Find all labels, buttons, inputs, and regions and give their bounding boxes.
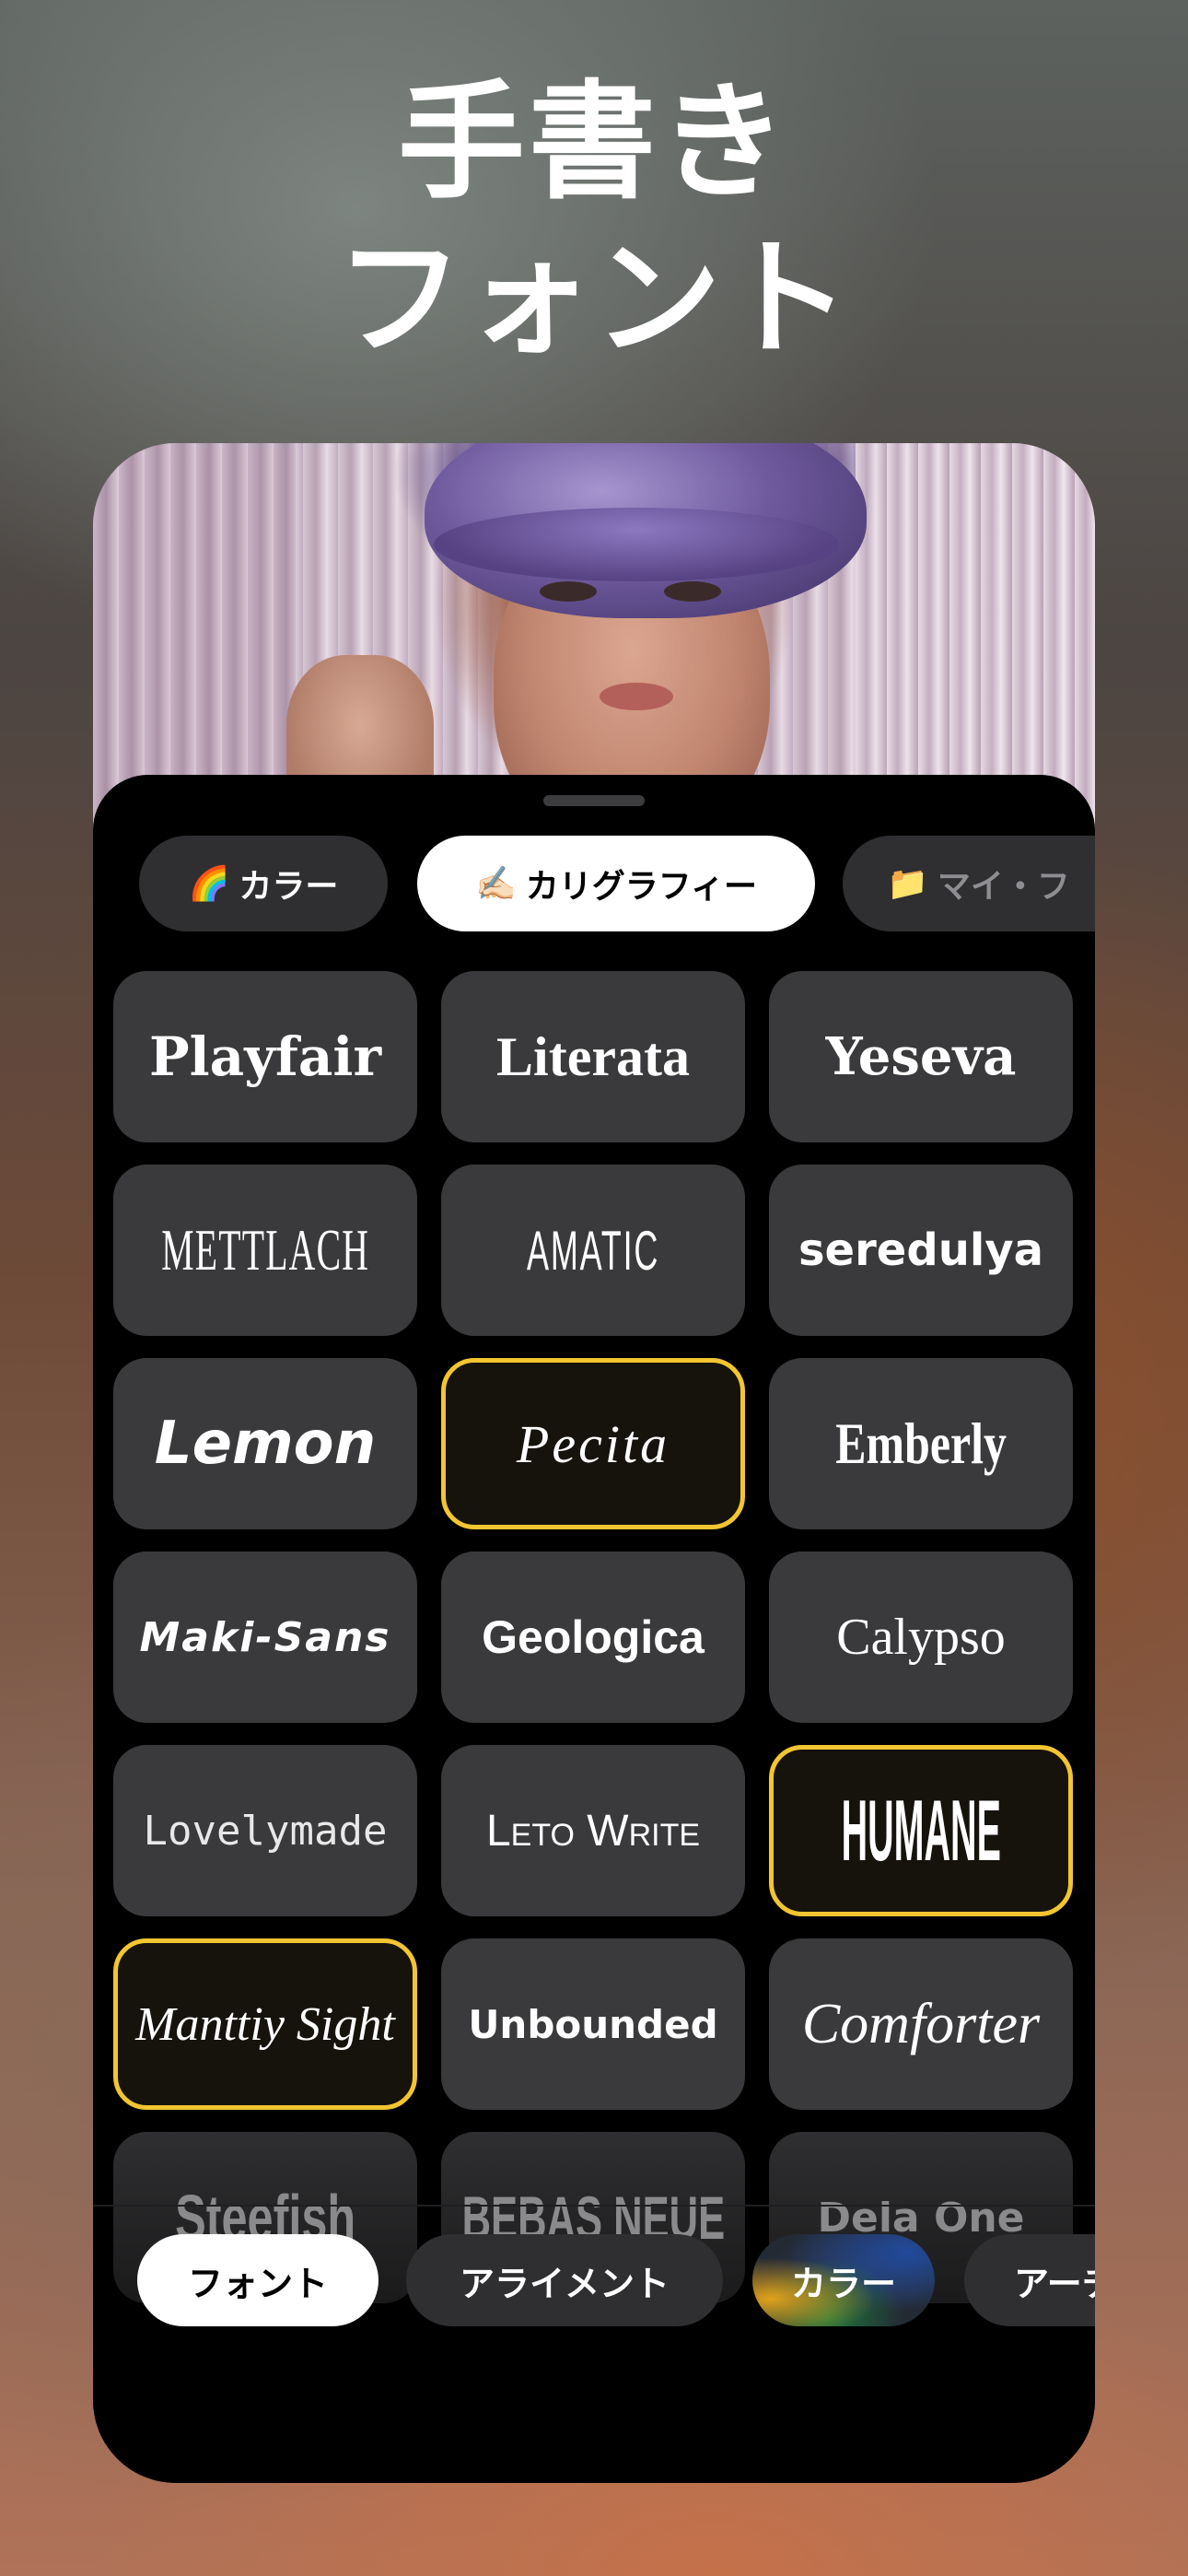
font-tile-calypso[interactable]: Calypso	[769, 1551, 1073, 1723]
tab-arch[interactable]: アーチ	[964, 2234, 1095, 2326]
font-name: Pecita	[516, 1413, 670, 1474]
font-tile-pecita[interactable]: Pecita	[441, 1358, 745, 1529]
font-name: Playfair	[148, 1025, 382, 1088]
tab-bar-divider	[93, 2205, 1095, 2207]
bottom-tab-bar: フォント アライメント カラー アーチ	[93, 2234, 1095, 2330]
chip-label: カリグラフィー	[525, 868, 758, 906]
preview-photo	[93, 443, 1095, 849]
font-tile-comforter[interactable]: Comforter	[769, 1938, 1073, 2110]
font-tile-playfair[interactable]: Playfair	[113, 971, 417, 1142]
font-name: Manttiy Sight	[135, 1997, 395, 2051]
chip-label: カラー	[239, 868, 339, 906]
font-picker-sheet: 🌈 カラー ✍🏻 カリグラフィー 📁 マイ・フ Playfair Literat…	[93, 775, 1095, 2483]
font-tile-lemon[interactable]: Lemon	[113, 1358, 417, 1529]
tab-color[interactable]: カラー	[752, 2234, 935, 2326]
font-grid: Playfair Literata Yeseva METTLACH AMATIC…	[113, 971, 1095, 2303]
chip-calligraphy[interactable]: ✍🏻 カリグラフィー	[417, 836, 815, 931]
font-tile-amatic[interactable]: AMATIC	[441, 1165, 745, 1336]
headline-line-1: 手書き	[397, 68, 790, 217]
font-tile-manttiy-sight[interactable]: Manttiy Sight	[113, 1938, 417, 2110]
font-tile-lovelymade[interactable]: Lovelymade	[113, 1745, 417, 1916]
font-tile-unbounded[interactable]: Unbounded	[441, 1938, 745, 2110]
font-tile-mettlach[interactable]: METTLACH	[113, 1165, 417, 1336]
font-name: Leto Write	[485, 1806, 701, 1856]
rainbow-emoji-icon: 🌈	[188, 865, 230, 903]
folder-emoji-icon: 📁	[887, 865, 928, 903]
sheet-grabber[interactable]	[543, 795, 645, 806]
font-tile-leto-write[interactable]: Leto Write	[441, 1745, 745, 1916]
font-name: Literata	[496, 1025, 690, 1087]
font-tile-emberly[interactable]: Emberly	[769, 1358, 1073, 1529]
font-name: Lovelymade	[143, 1807, 388, 1855]
font-tile-maki-sans[interactable]: Maki-Sans	[113, 1551, 417, 1723]
tab-font[interactable]: フォント	[137, 2234, 379, 2326]
font-name: Comforter	[801, 1992, 1041, 2055]
font-tile-literata[interactable]: Literata	[441, 971, 745, 1142]
font-name: Emberly	[835, 1411, 1007, 1476]
font-name: Lemon	[154, 1410, 377, 1478]
writing-hand-emoji-icon: ✍🏻	[474, 865, 517, 903]
category-chips: 🌈 カラー ✍🏻 カリグラフィー 📁 マイ・フ	[93, 836, 1095, 931]
font-name: Geologica	[482, 1611, 705, 1663]
font-tile-humane[interactable]: HUMANE	[769, 1745, 1073, 1916]
chip-my-fonts[interactable]: 📁 マイ・フ	[843, 836, 1095, 931]
font-tile-geologica[interactable]: Geologica	[441, 1551, 745, 1723]
font-tile-yeseva[interactable]: Yeseva	[769, 971, 1073, 1142]
font-name: HUMANE	[841, 1782, 1001, 1879]
chip-color[interactable]: 🌈 カラー	[139, 836, 388, 931]
phone-screen: 🌈 カラー ✍🏻 カリグラフィー 📁 マイ・フ Playfair Literat…	[93, 443, 1095, 2483]
font-tile-seredulya[interactable]: seredulya	[769, 1165, 1073, 1336]
headline-line-2: フォント	[335, 225, 852, 373]
headline: 手書き フォント	[0, 64, 1188, 378]
tab-alignment[interactable]: アライメント	[406, 2234, 723, 2326]
font-name: AMATIC	[526, 1219, 660, 1282]
font-name: seredulya	[798, 1224, 1043, 1276]
font-name: Yeseva	[825, 1026, 1017, 1087]
font-name: METTLACH	[161, 1217, 369, 1282]
chip-label: マイ・フ	[937, 868, 1070, 906]
font-name: Unbounded	[468, 2001, 718, 2047]
font-name: Maki-Sans	[139, 1613, 391, 1661]
font-name: Calypso	[836, 1609, 1006, 1666]
